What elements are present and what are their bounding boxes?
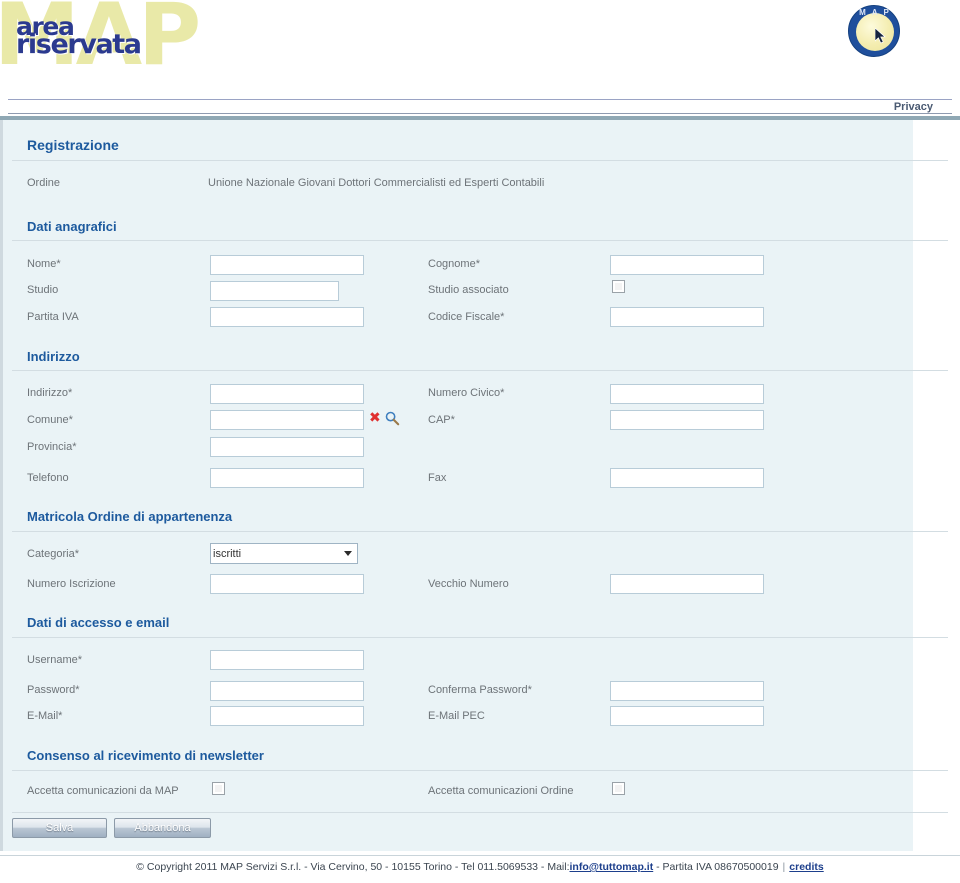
numero-iscrizione-input[interactable] bbox=[210, 574, 364, 594]
section-rule-newsletter bbox=[12, 770, 948, 771]
nome-input[interactable] bbox=[210, 255, 364, 275]
map-badge-label: M A P bbox=[859, 8, 891, 17]
studio-input[interactable] bbox=[210, 281, 339, 301]
footer: © Copyright 2011 MAP Servizi S.r.l. - Vi… bbox=[0, 861, 960, 873]
section-title-matricola: Matricola Ordine di appartenenza bbox=[27, 509, 233, 524]
codice-fiscale-input[interactable] bbox=[610, 307, 764, 327]
studio-associato-label: Studio associato bbox=[428, 284, 509, 296]
nome-label: Nome* bbox=[27, 258, 61, 270]
section-rule-matricola bbox=[12, 531, 948, 532]
username-label: Username* bbox=[27, 654, 83, 666]
telefono-input[interactable] bbox=[210, 468, 364, 488]
partita-iva-label: Partita IVA bbox=[27, 311, 79, 323]
page-title: Registrazione bbox=[27, 137, 119, 153]
footer-vat-text: - Partita IVA 08670500019 bbox=[653, 861, 779, 873]
section-title-dati-anagrafici: Dati anagrafici bbox=[27, 219, 117, 234]
studio-label: Studio bbox=[27, 284, 59, 296]
conferma-password-label: Conferma Password* bbox=[428, 684, 532, 696]
accetta-map-label: Accetta comunicazioni da MAP bbox=[27, 785, 179, 797]
button-bar-rule bbox=[12, 812, 948, 813]
indirizzo-input[interactable] bbox=[210, 384, 364, 404]
comune-input[interactable] bbox=[210, 410, 364, 430]
site-logo[interactable]: MAP area riservata bbox=[0, 0, 300, 88]
footer-email-link[interactable]: info@tuttomap.it bbox=[570, 861, 654, 873]
page-header: MAP area riservata M A P bbox=[0, 0, 960, 88]
conferma-password-input[interactable] bbox=[610, 681, 764, 701]
section-rule-dati-anagrafici bbox=[12, 240, 948, 241]
ordine-value: Unione Nazionale Giovani Dottori Commerc… bbox=[208, 177, 545, 189]
footer-separator: | bbox=[782, 861, 786, 873]
section-title-newsletter: Consenso al ricevimento di newsletter bbox=[27, 748, 264, 763]
clear-comune-icon[interactable]: ✖ bbox=[369, 411, 381, 425]
vecchio-numero-input[interactable] bbox=[610, 574, 764, 594]
cursor-arrow-icon bbox=[875, 28, 886, 44]
registration-page: MAP area riservata M A P Privacy Registr… bbox=[0, 0, 960, 883]
section-title-indirizzo: Indirizzo bbox=[27, 349, 80, 364]
map-circle-logo[interactable]: M A P bbox=[848, 5, 900, 57]
email-input[interactable] bbox=[210, 706, 364, 726]
numero-civico-label: Numero Civico* bbox=[428, 387, 505, 399]
footer-copyright-text: © Copyright 2011 MAP Servizi S.r.l. - Vi… bbox=[136, 861, 570, 873]
accetta-ordine-checkbox[interactable] bbox=[612, 782, 625, 795]
numero-civico-input[interactable] bbox=[610, 384, 764, 404]
accetta-ordine-label: Accetta comunicazioni Ordine bbox=[428, 785, 574, 797]
comune-label: Comune* bbox=[27, 414, 73, 426]
studio-associato-checkbox[interactable] bbox=[612, 280, 625, 293]
cognome-label: Cognome* bbox=[428, 258, 480, 270]
username-input[interactable] bbox=[210, 650, 364, 670]
fax-input[interactable] bbox=[610, 468, 764, 488]
cancel-button[interactable]: Abbandona bbox=[114, 818, 211, 838]
numero-iscrizione-label: Numero Iscrizione bbox=[27, 578, 116, 590]
accetta-map-checkbox[interactable] bbox=[212, 782, 225, 795]
header-rule-bottom bbox=[8, 113, 952, 114]
provincia-input[interactable] bbox=[210, 437, 364, 457]
email-pec-input[interactable] bbox=[610, 706, 764, 726]
email-label: E-Mail* bbox=[27, 710, 63, 722]
cognome-input[interactable] bbox=[610, 255, 764, 275]
cap-input[interactable] bbox=[610, 410, 764, 430]
ordine-label: Ordine bbox=[27, 177, 61, 189]
partita-iva-input[interactable] bbox=[210, 307, 364, 327]
search-comune-icon[interactable] bbox=[385, 411, 400, 431]
telefono-label: Telefono bbox=[27, 472, 69, 484]
section-title-accesso: Dati di accesso e email bbox=[27, 615, 170, 630]
header-rule-top bbox=[8, 99, 952, 100]
privacy-link[interactable]: Privacy bbox=[894, 101, 933, 113]
content-right-margin bbox=[913, 120, 960, 851]
fax-label: Fax bbox=[428, 472, 447, 484]
footer-rule bbox=[0, 855, 960, 856]
categoria-label: Categoria* bbox=[27, 548, 79, 560]
page-title-rule bbox=[12, 160, 948, 161]
categoria-select-wrap[interactable]: iscritti bbox=[210, 543, 358, 564]
indirizzo-label: Indirizzo* bbox=[27, 387, 73, 399]
email-pec-label: E-Mail PEC bbox=[428, 710, 485, 722]
categoria-select[interactable]: iscritti bbox=[210, 543, 358, 564]
vecchio-numero-label: Vecchio Numero bbox=[428, 578, 509, 590]
password-input[interactable] bbox=[210, 681, 364, 701]
provincia-label: Provincia* bbox=[27, 441, 77, 453]
section-rule-accesso bbox=[12, 637, 948, 638]
logo-line-2: riservata bbox=[16, 29, 142, 60]
content-panel bbox=[0, 120, 913, 851]
save-button[interactable]: Salva bbox=[12, 818, 107, 838]
section-rule-indirizzo bbox=[12, 370, 948, 371]
codice-fiscale-label: Codice Fiscale* bbox=[428, 311, 505, 323]
password-label: Password* bbox=[27, 684, 80, 696]
footer-credits-link[interactable]: credits bbox=[789, 861, 823, 873]
cap-label: CAP* bbox=[428, 414, 455, 426]
